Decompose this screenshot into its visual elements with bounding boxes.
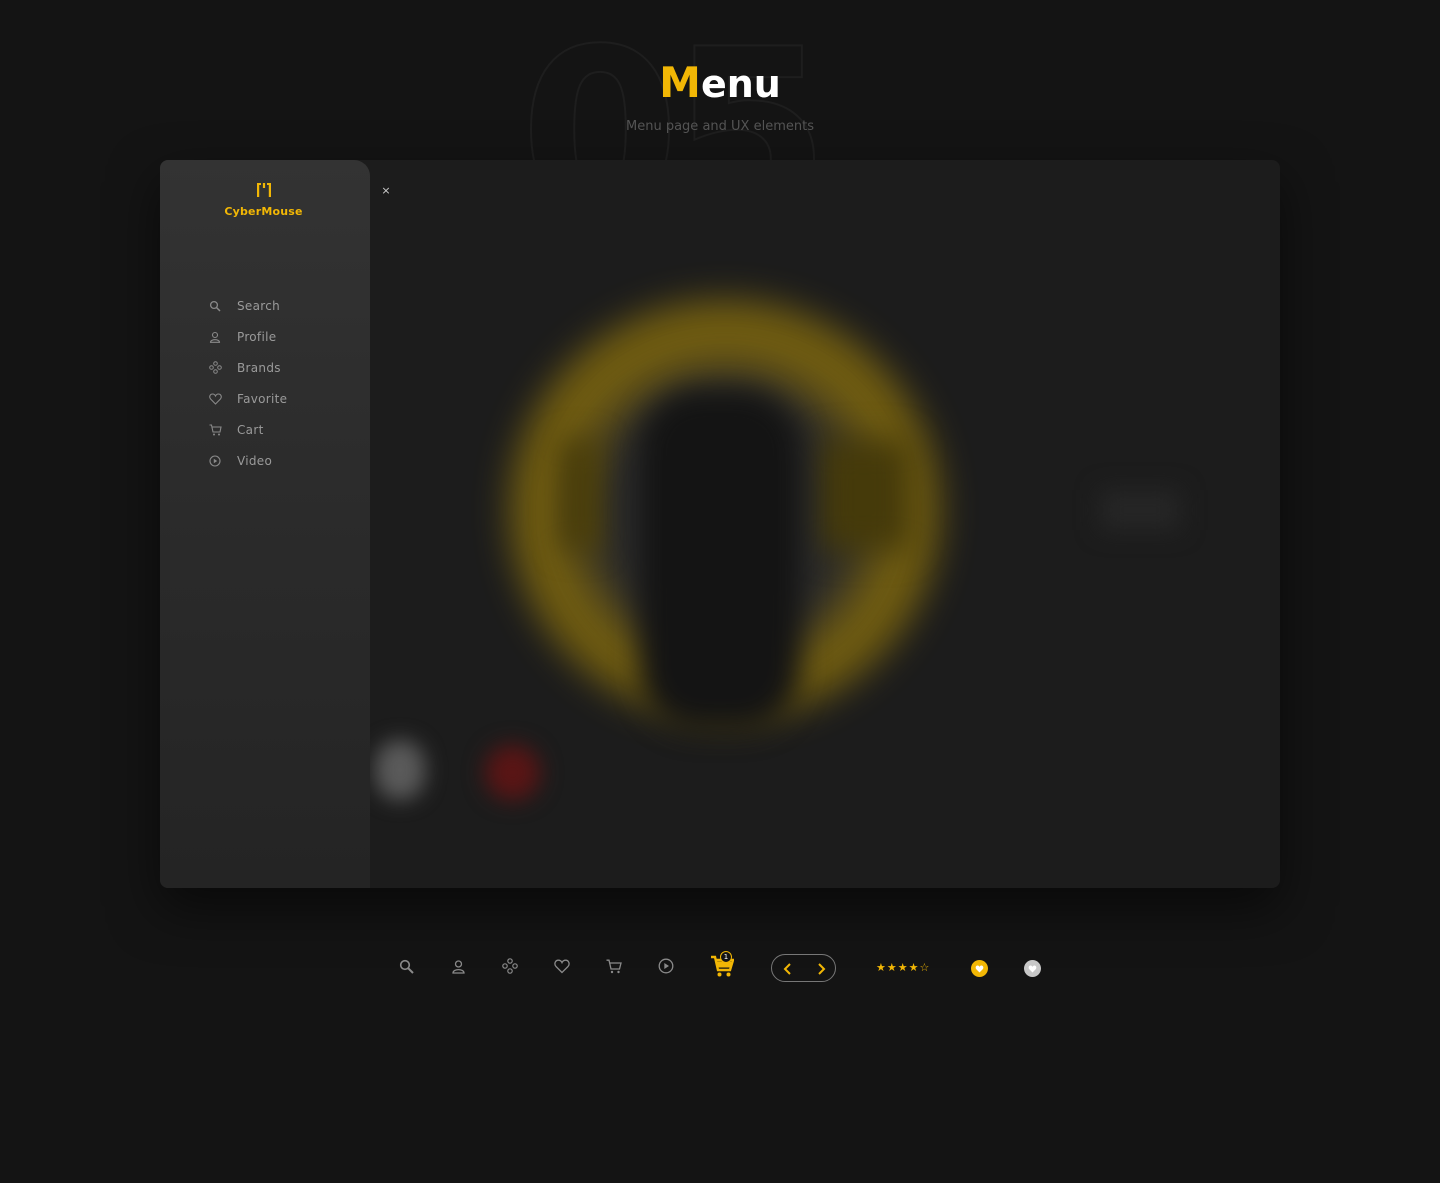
star-rating[interactable]: ★★★★☆	[876, 961, 930, 974]
favorite-inactive-icon	[1028, 965, 1037, 972]
favorite-active-icon	[975, 965, 984, 972]
brand-name: CyberMouse	[224, 205, 303, 218]
brand-logo-icon	[256, 183, 271, 197]
search-icon	[208, 299, 222, 313]
ux-elements-row: 1 ★★★★☆	[0, 945, 1440, 991]
menu-item-brands[interactable]: Brands	[208, 352, 287, 383]
app-mockup-window: CyberMouse Search Profile Brands Favorit…	[160, 160, 1280, 888]
side-menu: Search Profile Brands Favorite Cart Vide…	[208, 290, 287, 476]
user-icon[interactable]	[449, 957, 467, 975]
pagination-control	[771, 954, 836, 982]
page-title-rest: enu	[700, 62, 781, 106]
next-button[interactable]	[814, 961, 828, 975]
menu-item-video[interactable]: Video	[208, 445, 287, 476]
menu-item-label: Favorite	[237, 391, 288, 406]
brand-logo[interactable]: CyberMouse	[160, 182, 367, 219]
page-title-initial: M	[659, 58, 701, 107]
play-icon	[208, 454, 222, 468]
previous-button[interactable]	[781, 961, 795, 975]
menu-item-label: Brands	[237, 360, 281, 375]
menu-item-label: Search	[237, 298, 281, 313]
cart-with-badge-button[interactable]: 1	[710, 951, 734, 978]
blurred-hero-shape	[820, 440, 910, 550]
heart-icon[interactable]	[553, 957, 571, 975]
brands-icon[interactable]	[501, 957, 519, 975]
heart-icon	[208, 392, 222, 406]
empty-star: ☆	[919, 961, 931, 974]
previous-chevron-icon	[783, 963, 791, 975]
favorite-active-toggle[interactable]	[971, 960, 988, 977]
side-menu-drawer: CyberMouse Search Profile Brands Favorit…	[160, 160, 370, 888]
cart-icon[interactable]	[605, 957, 623, 975]
cart-icon	[208, 423, 222, 437]
close-menu-button[interactable]: ×	[380, 184, 392, 198]
next-chevron-icon	[818, 963, 826, 975]
blurred-hero-shape	[560, 440, 600, 550]
brands-icon	[208, 361, 222, 375]
user-icon	[208, 330, 222, 344]
page-title: Menu	[0, 58, 1440, 107]
menu-item-label: Video	[237, 453, 273, 468]
menu-item-cart[interactable]: Cart	[208, 414, 287, 445]
search-icon[interactable]	[397, 957, 415, 975]
blurred-product-image	[640, 390, 800, 730]
menu-item-label: Profile	[237, 329, 277, 344]
menu-item-search[interactable]: Search	[208, 290, 287, 321]
menu-item-profile[interactable]: Profile	[208, 321, 287, 352]
favorite-inactive-toggle[interactable]	[1024, 960, 1041, 977]
menu-item-label: Cart	[237, 422, 264, 437]
page-subtitle: Menu page and UX elements	[626, 119, 814, 134]
blurred-color-thumbnail	[485, 745, 540, 800]
filled-stars: ★★★★	[876, 961, 920, 974]
blurred-side-text	[1100, 490, 1180, 530]
cart-count-badge: 1	[720, 951, 732, 963]
play-icon[interactable]	[657, 957, 675, 975]
menu-item-favorite[interactable]: Favorite	[208, 383, 287, 414]
blurred-color-thumbnail	[375, 740, 425, 800]
